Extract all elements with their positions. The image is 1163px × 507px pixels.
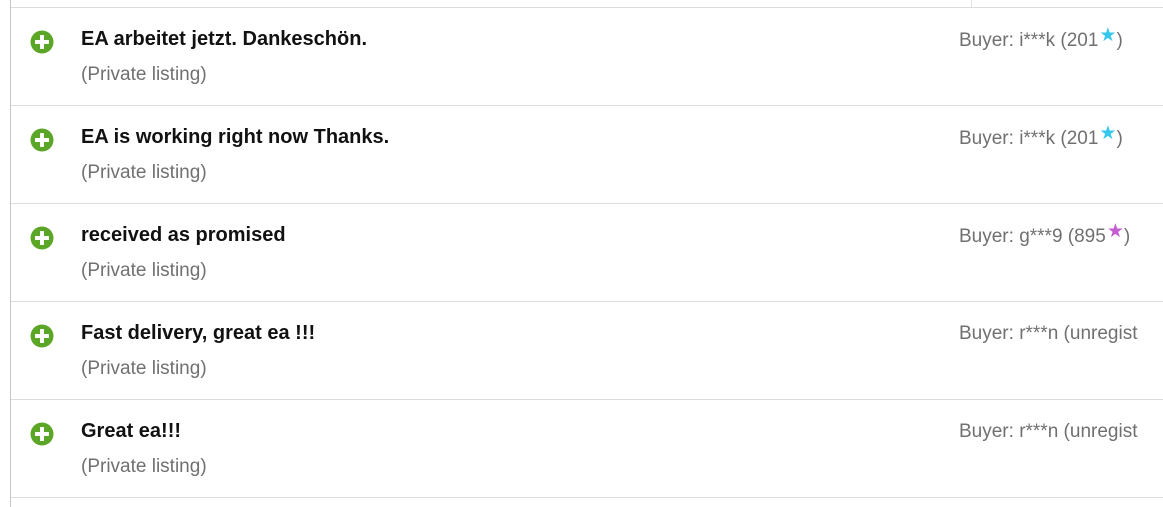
buyer-suffix: ) [1116, 30, 1123, 51]
feedback-row: EA is working right now Thanks. (Private… [11, 105, 1163, 202]
feedback-row: Great ea!!! (Private listing) Buyer: r**… [11, 399, 1163, 496]
buyer-info: Buyer: i***k (201★) [959, 25, 1123, 52]
buyer-suffix: ) [1123, 226, 1131, 247]
buyer-info: Buyer: r***n (unregist [959, 323, 1137, 345]
buyer-label: Buyer: r***n (unregist [959, 421, 1138, 442]
plus-circle-icon [30, 30, 54, 54]
feedback-comment: Great ea!!! [81, 420, 182, 442]
plus-circle-icon [30, 324, 54, 348]
buyer-label: Buyer: g***9 (895 [959, 226, 1106, 247]
feedback-comment: Fast delivery, great ea !!! [81, 322, 316, 344]
feedback-row: EA arbeitet jetzt. Dankeschön. (Private … [11, 7, 1163, 104]
plus-circle-icon [30, 422, 54, 446]
buyer-label: Buyer: r***n (unregist [959, 323, 1138, 344]
plus-circle-icon [30, 128, 54, 152]
buyer-label: Buyer: i***k (201 [959, 128, 1099, 149]
divider [971, 0, 972, 7]
listing-label: (Private listing) [81, 358, 207, 379]
buyer-info: Buyer: r***n (unregist [959, 421, 1137, 443]
feedback-comment: received as promised [81, 224, 286, 246]
listing-label: (Private listing) [81, 260, 207, 281]
buyer-info: Buyer: i***k (201★) [959, 123, 1123, 150]
buyer-info: Buyer: g***9 (895★) [959, 221, 1131, 248]
star-icon: ★ [1099, 123, 1117, 144]
divider [11, 497, 1163, 498]
star-icon: ★ [1099, 25, 1117, 46]
listing-label: (Private listing) [81, 64, 207, 85]
feedback-comment: EA arbeitet jetzt. Dankeschön. [81, 28, 367, 50]
listing-label: (Private listing) [81, 456, 207, 477]
listing-label: (Private listing) [81, 162, 207, 183]
buyer-suffix: ) [1116, 128, 1123, 149]
plus-circle-icon [30, 226, 54, 250]
feedback-row: received as promised (Private listing) B… [11, 203, 1163, 300]
buyer-label: Buyer: i***k (201 [959, 30, 1099, 51]
feedback-row: Fast delivery, great ea !!! (Private lis… [11, 301, 1163, 398]
feedback-comment: EA is working right now Thanks. [81, 126, 390, 148]
feedback-list: EA arbeitet jetzt. Dankeschön. (Private … [10, 0, 1163, 507]
star-icon: ★ [1106, 221, 1124, 242]
